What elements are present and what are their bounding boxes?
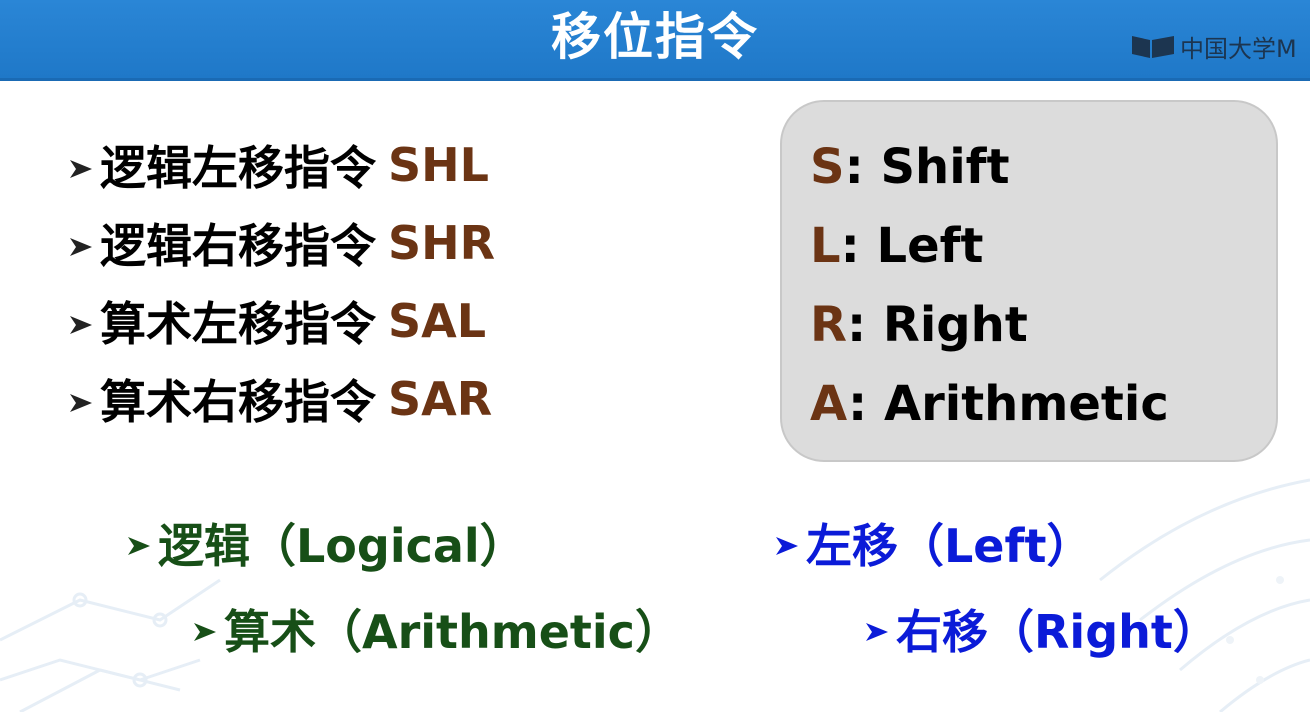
brand-watermark: 中国大学M xyxy=(1130,30,1310,62)
instruction-code: SAL xyxy=(388,294,487,348)
brand-text: 中国大学M xyxy=(1180,34,1297,63)
legend-letter: L xyxy=(810,218,841,274)
header-bar: 移位指令 中国大学M xyxy=(0,0,1310,81)
arrow-bullet-icon xyxy=(70,160,92,178)
legend-meaning: : Left xyxy=(840,218,984,274)
legend-meaning: : Arithmetic xyxy=(848,376,1169,432)
instruction-item: 算术左移指令 SAL xyxy=(66,282,495,360)
instruction-name: 算术右移指令 xyxy=(100,375,376,429)
legend-item: L: Left xyxy=(810,213,1169,292)
arrow-bullet-icon xyxy=(70,238,92,256)
definition-logical: 逻辑（Logical） xyxy=(124,510,526,576)
arrow-bullet-icon xyxy=(776,537,798,555)
instruction-item: 算术右移指令 SAR xyxy=(66,360,495,438)
definition-right: 右移（Right） xyxy=(862,596,1219,662)
arrow-bullet-icon xyxy=(194,623,216,641)
definition-text: 逻辑（Logical） xyxy=(158,519,526,573)
definition-text: 左移（Left） xyxy=(806,519,1093,573)
instruction-name: 算术左移指令 xyxy=(100,297,376,351)
arrow-bullet-icon xyxy=(70,394,92,412)
legend-letter: S xyxy=(810,139,845,195)
instruction-item: 逻辑左移指令 SHL xyxy=(66,126,495,204)
abbreviation-legend: S: Shift L: Left R: Right A: Arithmetic xyxy=(780,100,1278,462)
book-logo-icon xyxy=(1132,36,1174,58)
arrow-bullet-icon xyxy=(128,537,150,555)
instruction-name: 逻辑右移指令 xyxy=(100,219,376,273)
legend-item: R: Right xyxy=(810,292,1169,371)
instruction-list: 逻辑左移指令 SHL 逻辑右移指令 SHR 算术左移指令 SAL 算术右移指令 … xyxy=(66,126,495,438)
page-title: 移位指令 xyxy=(551,8,759,66)
instruction-name: 逻辑左移指令 xyxy=(100,141,376,195)
slide: 移位指令 中国大学M 逻辑左移指令 SHL 逻辑右移指令 SHR 算术左移指令 … xyxy=(0,0,1310,712)
legend-letter: R xyxy=(810,297,847,353)
definition-text: 右移（Right） xyxy=(896,605,1219,659)
legend-item: S: Shift xyxy=(810,134,1169,213)
legend-meaning: : Shift xyxy=(844,139,1010,195)
definition-text: 算术（Arithmetic） xyxy=(224,605,681,659)
definition-left: 左移（Left） xyxy=(772,510,1093,576)
instruction-item: 逻辑右移指令 SHR xyxy=(66,204,495,282)
instruction-code: SAR xyxy=(388,372,493,426)
legend-item: A: Arithmetic xyxy=(810,371,1169,450)
instruction-code: SHR xyxy=(388,216,496,270)
legend-letter: A xyxy=(810,376,849,432)
instruction-code: SHL xyxy=(388,138,489,192)
arrow-bullet-icon xyxy=(70,316,92,334)
legend-meaning: : Right xyxy=(846,297,1028,353)
arrow-bullet-icon xyxy=(866,623,888,641)
definition-arithmetic: 算术（Arithmetic） xyxy=(190,596,681,662)
